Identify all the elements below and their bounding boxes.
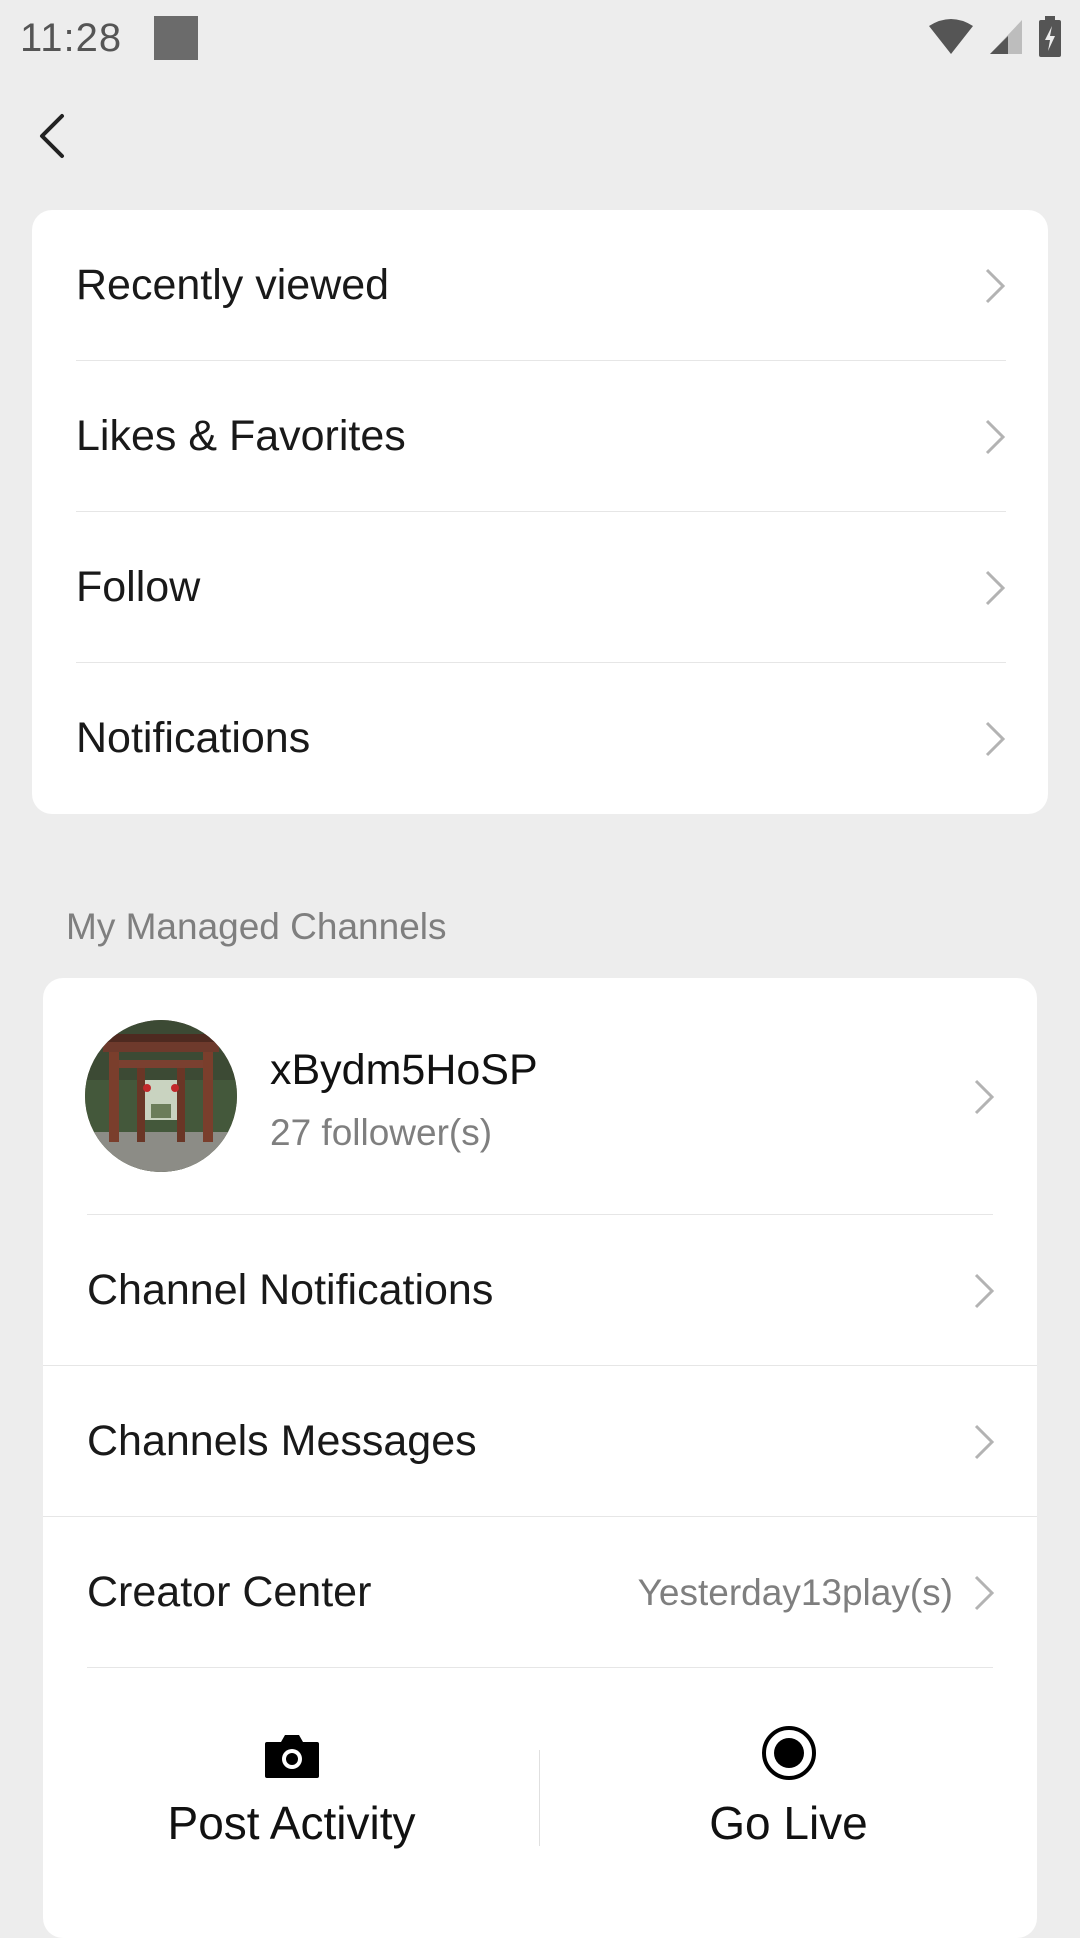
back-button[interactable] — [30, 104, 80, 168]
chevron-right-icon — [985, 721, 1006, 756]
notification-placeholder-icon — [154, 16, 199, 60]
creator-center-plays: Yesterday13play(s) — [637, 1571, 953, 1613]
cellular-signal-icon — [990, 20, 1022, 54]
camera-icon — [264, 1735, 319, 1778]
status-bar: 11:28 — [0, 0, 1080, 76]
status-time: 11:28 — [20, 15, 123, 60]
channels-messages-row[interactable]: Channels Messages — [43, 1366, 1037, 1517]
battery-charging-icon — [1039, 16, 1061, 57]
chevron-right-icon — [974, 1273, 995, 1308]
channel-actions: Post Activity Go Live — [43, 1668, 1037, 1928]
chevron-right-icon — [974, 1575, 995, 1610]
notifications-label: Notifications — [76, 714, 311, 762]
recently-viewed-label: Recently viewed — [76, 261, 390, 309]
channel-notifications-label: Channel Notifications — [87, 1266, 494, 1314]
follow-row[interactable]: Follow — [32, 512, 1048, 663]
creator-center-label: Creator Center — [87, 1568, 372, 1616]
live-record-icon — [761, 1726, 816, 1780]
channel-follower-count: 27 follower(s) — [270, 1112, 493, 1153]
follow-label: Follow — [76, 563, 201, 611]
channel-avatar — [85, 1020, 237, 1172]
go-live-button[interactable]: Go Live — [540, 1668, 1037, 1928]
managed-channels-heading: My Managed Channels — [66, 906, 447, 947]
chevron-right-icon — [985, 570, 1006, 605]
wifi-icon — [929, 19, 973, 54]
likes-favorites-row[interactable]: Likes & Favorites — [32, 361, 1048, 512]
channel-name: xBydm5HoSP — [270, 1046, 538, 1094]
post-activity-button[interactable]: Post Activity — [43, 1668, 540, 1928]
notifications-row[interactable]: Notifications — [32, 663, 1048, 814]
channels-messages-label: Channels Messages — [87, 1417, 477, 1465]
archway-photo-icon — [85, 1020, 237, 1172]
chevron-right-icon — [974, 1424, 995, 1459]
post-activity-label: Post Activity — [167, 1797, 416, 1849]
chevron-right-icon — [974, 1079, 995, 1114]
personal-menu-card: Recently viewed Likes & Favorites Follow… — [32, 210, 1048, 814]
recently-viewed-row[interactable]: Recently viewed — [32, 210, 1048, 361]
go-live-label: Go Live — [709, 1797, 868, 1849]
chevron-right-icon — [985, 268, 1006, 303]
managed-channels-card: xBydm5HoSP 27 follower(s) Channel Notifi… — [43, 978, 1037, 1938]
back-arrow-icon — [40, 114, 64, 158]
status-icons — [928, 16, 1062, 58]
channel-row[interactable]: xBydm5HoSP 27 follower(s) — [43, 978, 1037, 1215]
creator-center-row[interactable]: Creator Center Yesterday13play(s) — [43, 1517, 1037, 1668]
likes-favorites-label: Likes & Favorites — [76, 412, 406, 460]
chevron-right-icon — [985, 419, 1006, 454]
channel-notifications-row[interactable]: Channel Notifications — [43, 1215, 1037, 1366]
